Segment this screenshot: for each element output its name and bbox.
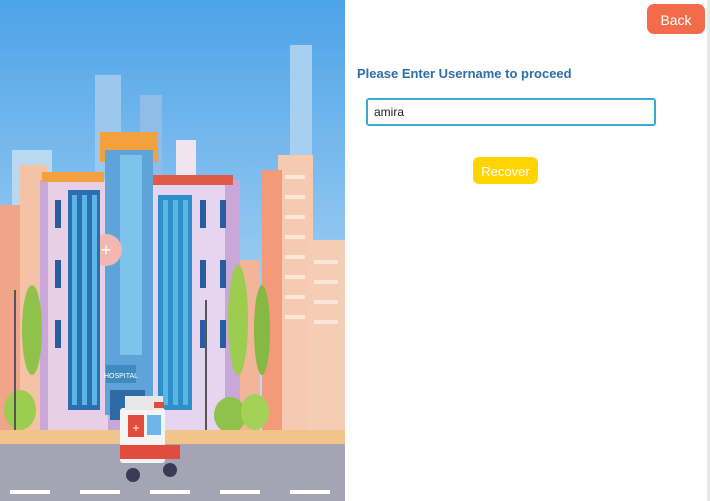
hospital-scene: + HOSPITAL + <box>0 0 345 501</box>
page-heading: Please Enter Username to proceed <box>357 66 572 81</box>
recover-page: + HOSPITAL + Back Please Enter Username … <box>0 0 710 501</box>
svg-text:+: + <box>101 240 112 260</box>
recover-panel: Back Please Enter Username to proceed Re… <box>345 0 707 501</box>
back-button[interactable]: Back <box>647 4 705 34</box>
hospital-illustration: + HOSPITAL + <box>0 0 345 501</box>
svg-text:+: + <box>132 421 139 435</box>
username-input[interactable] <box>366 98 656 126</box>
recover-button[interactable]: Recover <box>473 157 538 184</box>
hospital-sign-text: HOSPITAL <box>104 373 138 380</box>
